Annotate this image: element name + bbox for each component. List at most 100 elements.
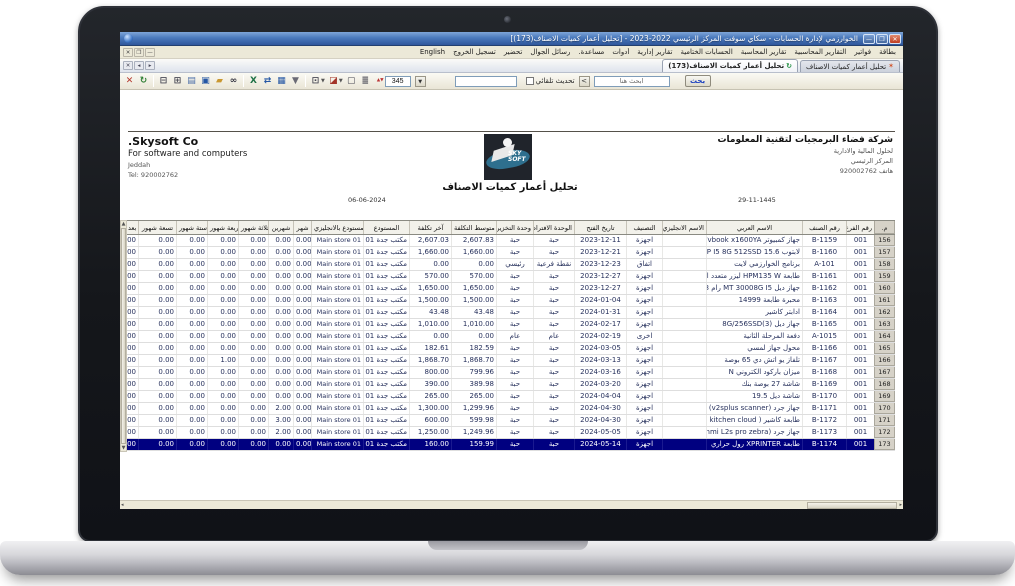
column-header-last_cost[interactable]: آخر تكلفة [409, 221, 451, 234]
auto-update-toggle[interactable]: تحديث تلقائي [526, 77, 575, 85]
table-row[interactable]: 161001B-1163محبرة طابعة 14999اجهزة2024-0… [127, 295, 895, 307]
cell-month_1: 0.00 [293, 427, 311, 438]
table-row[interactable]: 156001B-1159جهاز كمبيوتر i9 Wvbook x1600… [127, 235, 895, 247]
report-tab-0[interactable]: ✶تحليل أعمار كميات الاصناف [800, 60, 900, 72]
close-button[interactable]: ✕ [889, 34, 901, 44]
menu-item-5[interactable]: تقارير إدارية [633, 48, 676, 56]
save-icon[interactable]: ▣ [199, 75, 212, 88]
scroll-right-icon[interactable]: ▸ [899, 502, 902, 508]
scroll-up-icon[interactable]: ▲ [122, 221, 126, 227]
record-count-input[interactable] [385, 76, 411, 87]
menu-item-6[interactable]: أدوات [608, 48, 633, 56]
column-header-num[interactable]: م. [874, 221, 895, 234]
scroll-down-icon[interactable]: ▼ [122, 445, 126, 451]
print-preview-icon[interactable]: ⊞ [171, 75, 184, 88]
menu-item-3[interactable]: تقارير المحاسبة [737, 48, 791, 56]
table-row[interactable]: 173001B-1174طابعة XPRINTER رول حرارياجهز… [127, 439, 895, 451]
grid-icon[interactable]: ▦ [275, 75, 288, 88]
filter-combobox[interactable] [455, 76, 517, 87]
mdi-control-0[interactable]: ✕ [123, 48, 133, 57]
tab-control-2[interactable]: ▸ [145, 61, 155, 70]
auto-update-checkbox[interactable] [526, 77, 534, 85]
column-header-name_ar[interactable]: الاسم العربي [706, 221, 802, 234]
column-header-name_en[interactable]: الاسم الانجليزي [662, 221, 706, 234]
report-tab-1[interactable]: ↻تحليل أعمار كميات الاصناف(173) [662, 59, 798, 72]
column-header-default_unit[interactable]: الوحدة الافتراضية [533, 221, 574, 234]
window-icon[interactable]: ▢ [345, 75, 358, 88]
cell-default_unit: حبة [533, 355, 574, 366]
column-header-after_year[interactable]: بعد سنة [127, 221, 138, 234]
column-header-storage_unit[interactable]: وحدة التخزين [496, 221, 533, 234]
column-header-month_3[interactable]: ثلاثة شهور [238, 221, 268, 234]
table-row[interactable]: 165001B-1166محول جهاز لمسياجهزة2024-03-0… [127, 343, 895, 355]
restore-button[interactable]: ❐ [876, 34, 888, 44]
table-row[interactable]: 163001B-1165جهاز ديل (3)8G/256SSDاجهزة20… [127, 319, 895, 331]
menu-item-7[interactable]: مساعدة. [574, 48, 608, 56]
vertical-scroll-thumb[interactable] [121, 228, 126, 444]
close-icon[interactable]: ✕ [123, 75, 136, 88]
table-row[interactable]: 168001B-1169شاشة 27 بوصة بنكاجهزة2024-03… [127, 379, 895, 391]
table-row[interactable]: 157001B-1160لابتوب HP I5 8G 512SSD 15.6ا… [127, 247, 895, 259]
cell-warehouse_ar: مكتب جدة 01 [363, 271, 409, 282]
clear-icon-dropdown[interactable]: ▼ [339, 78, 343, 84]
table-row[interactable]: 170001B-1171جهاز جرد (v2splus scanner)اج… [127, 403, 895, 415]
page-setup-icon[interactable]: ▤ [185, 75, 198, 88]
table-row[interactable]: 171001B-1172طابعة كاشير ( SUNMI 80mm kit… [127, 415, 895, 427]
menu-item-8[interactable]: رسائل الجوال [526, 48, 574, 56]
search-button[interactable]: بحث [685, 75, 711, 87]
column-header-item_no[interactable]: رقم الصنف [802, 221, 846, 234]
table-row[interactable]: 167001B-1168ميزان باركود الكتروني Nاجهزة… [127, 367, 895, 379]
column-header-warehouse_ar[interactable]: المستودع [363, 221, 409, 234]
table-row[interactable]: 160001B-1162جهاز ديل MT 30008G I5 رام 8ا… [127, 283, 895, 295]
tab-control-1[interactable]: ◂ [134, 61, 144, 70]
column-header-month_4[interactable]: اربعة شهور [207, 221, 238, 234]
column-header-month_1[interactable]: شهر [293, 221, 311, 234]
columns-icon[interactable]: ≣ [359, 75, 372, 88]
search-nav-button[interactable]: < [579, 76, 590, 87]
column-header-open_date[interactable]: تاريخ الفتح [574, 221, 626, 234]
column-header-month_6[interactable]: ستة شهور [176, 221, 207, 234]
column-header-branch_no[interactable]: رقم الفرع [846, 221, 874, 234]
spinner-arrows-icon[interactable]: ▲▼ [377, 79, 384, 83]
table-row[interactable]: 164001A-1015دفعة المرحلة الثانيةاخرى2024… [127, 331, 895, 343]
horizontal-scrollbar[interactable]: ◂ ▸ [120, 500, 903, 509]
tab-control-0[interactable]: ✕ [123, 61, 133, 70]
menu-item-0[interactable]: بطاقة [875, 48, 900, 56]
search-input[interactable] [594, 76, 670, 87]
table-row[interactable]: 159001B-1161طابعة HPM135 W ليزر متعدد ال… [127, 271, 895, 283]
cell-branch_no: 001 [846, 355, 874, 366]
menu-item-1[interactable]: فواتير [850, 48, 875, 56]
menu-item-10[interactable]: تسجيل الخروج [449, 48, 500, 56]
mdi-control-1[interactable]: ❐ [134, 48, 144, 57]
table-row[interactable]: 172001B-1173جهاز جرد (sunmi L2s pro zebr… [127, 427, 895, 439]
find-icon[interactable]: ∞ [227, 75, 240, 88]
cell-month_1: 0.00 [293, 355, 311, 366]
sync-icon[interactable]: ⇄ [261, 75, 274, 88]
table-row[interactable]: 162001B-1164ادابتر كاشيراجهزة2024-01-31ح… [127, 307, 895, 319]
menu-item-4[interactable]: الحسابات الختامية [676, 48, 736, 56]
filter-icon[interactable]: ▼ [289, 75, 302, 88]
open-folder-icon[interactable]: ▰ [213, 75, 226, 88]
menu-item-2[interactable]: التقارير المحاسبية [790, 48, 850, 56]
column-header-category[interactable]: التصنيف [626, 221, 662, 234]
column-header-month_9[interactable]: تسعة شهور [138, 221, 176, 234]
cell-month_9: 0.00 [138, 235, 176, 246]
menu-item-11[interactable]: English [416, 48, 449, 56]
column-header-month_2[interactable]: شهرين [268, 221, 293, 234]
table-row[interactable]: 169001B-1170شاشة ديل 19.5اجهزة2024-04-04… [127, 391, 895, 403]
copy-icon-dropdown[interactable]: ▼ [321, 78, 325, 84]
scroll-left-icon[interactable]: ◂ [121, 502, 124, 508]
column-header-warehouse_en[interactable]: المستودع بالانجليزي [311, 221, 363, 234]
mdi-control-2[interactable]: — [145, 48, 155, 57]
table-row[interactable]: 166001B-1167تلفاز يو اتش دي 65 بوصةاجهزة… [127, 355, 895, 367]
refresh-icon[interactable]: ↻ [137, 75, 150, 88]
vertical-scrollbar[interactable]: ▲ ▼ [120, 220, 127, 452]
menu-item-9[interactable]: تحضير [500, 48, 527, 56]
zoom-dropdown[interactable]: ▼ [415, 76, 426, 87]
column-header-avg_cost[interactable]: متوسط التكلفة [451, 221, 496, 234]
print-icon[interactable]: ⊟ [157, 75, 170, 88]
minimize-button[interactable]: — [863, 34, 875, 44]
horizontal-scroll-thumb[interactable] [807, 502, 897, 509]
excel-export-icon[interactable]: X [247, 75, 260, 88]
table-row[interactable]: 158001A-101برنامج الخوارزمي لايتاتفاق202… [127, 259, 895, 271]
